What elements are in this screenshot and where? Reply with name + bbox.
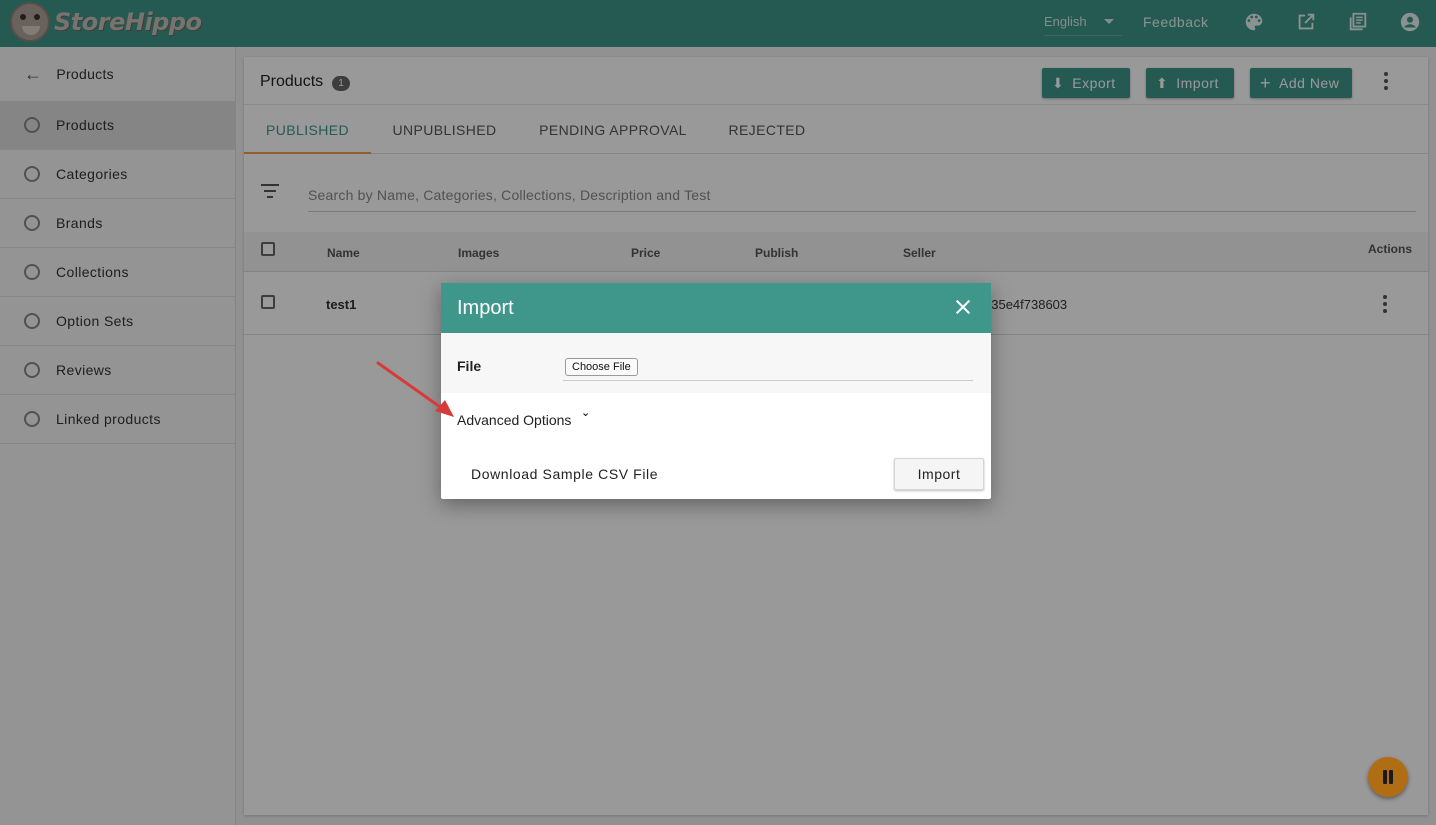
file-row: File Choose File: [441, 333, 991, 393]
file-input[interactable]: Choose File: [563, 355, 973, 381]
dialog-title: Import: [457, 297, 514, 319]
pause-button[interactable]: [1368, 757, 1408, 797]
dialog-header: Import: [441, 283, 991, 333]
close-icon[interactable]: [953, 297, 973, 317]
advanced-options-toggle[interactable]: Advanced Options ⌄: [457, 407, 590, 428]
import-button[interactable]: Import: [894, 458, 984, 490]
import-dialog: Import File Choose File Advanced Options…: [441, 283, 991, 499]
annotation-arrow-icon: [376, 361, 454, 417]
chevron-down-icon: ⌄: [581, 407, 591, 419]
download-sample-csv-link[interactable]: Download Sample CSV File: [471, 466, 658, 482]
file-label: File: [457, 358, 482, 374]
choose-file-button[interactable]: Choose File: [565, 358, 638, 376]
advanced-options-label: Advanced Options: [457, 412, 572, 428]
